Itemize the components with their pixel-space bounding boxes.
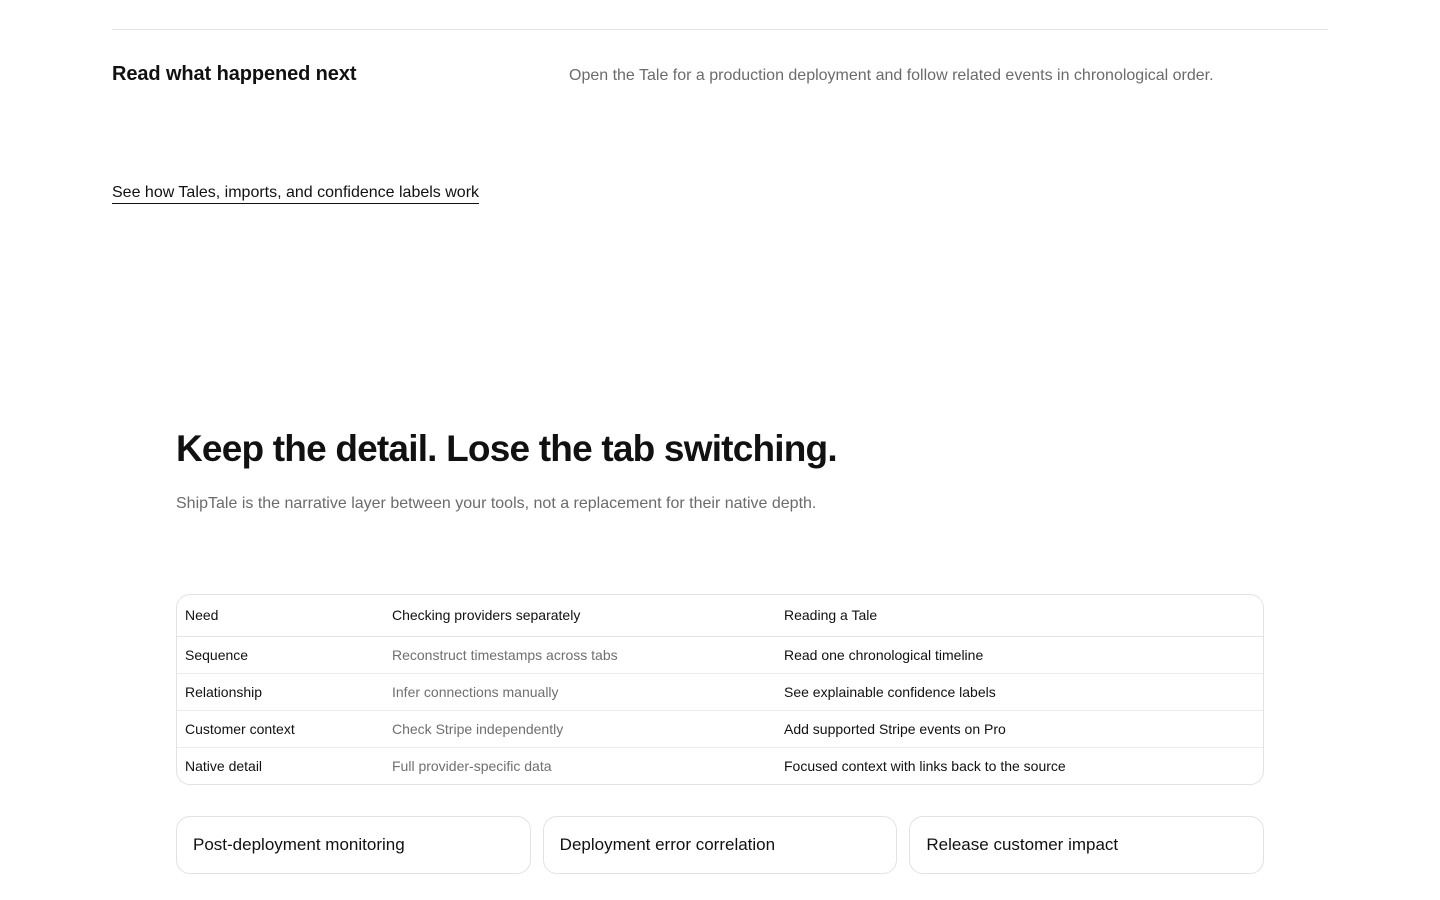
table-row: Customer context Check Stripe independen… xyxy=(177,710,1263,748)
table-header-row: Need Checking providers separately Readi… xyxy=(177,595,1263,637)
tale-cell: Add supported Stripe events on Pro xyxy=(776,710,1263,748)
separate-cell: Reconstruct timestamps across tabs xyxy=(384,636,776,674)
tale-cell: Read one chronological timeline xyxy=(776,636,1263,674)
need-cell: Sequence xyxy=(177,636,384,674)
use-case-cards: Post-deployment monitoring Deployment er… xyxy=(176,816,1265,874)
column-header-separate: Checking providers separately xyxy=(384,595,776,637)
use-case-card-deployment-error-correlation[interactable]: Deployment error correlation xyxy=(542,816,898,874)
separate-cell: Full provider-specific data xyxy=(392,757,552,774)
tale-cell: See explainable confidence labels xyxy=(776,673,1263,711)
table-row: Sequence Reconstruct timestamps across t… xyxy=(177,636,1263,674)
need-cell: Relationship xyxy=(177,673,384,711)
separate-cell: Infer connections manually xyxy=(384,673,776,711)
comparison-title: Keep the detail. Lose the tab switching. xyxy=(176,428,838,469)
column-header-tale: Reading a Tale xyxy=(776,595,1263,637)
tale-cell: Focused context with links back to the s… xyxy=(784,757,1066,774)
need-cell: Native detail xyxy=(185,757,263,774)
column-header-need: Need xyxy=(177,595,384,637)
step-description: Open the Tale for a production deploymen… xyxy=(569,67,1214,84)
how-tales-work-link[interactable]: See how Tales, imports, and confidence l… xyxy=(112,184,480,204)
use-case-card-post-deployment-monitoring[interactable]: Post-deployment monitoring xyxy=(176,816,531,874)
page: Read what happened next Open the Tale fo… xyxy=(0,0,1440,900)
comparison-subtitle: ShipTale is the narrative layer between … xyxy=(176,495,817,512)
use-case-card-release-customer-impact[interactable]: Release customer impact xyxy=(909,816,1265,874)
comparison-table: Need Checking providers separately Readi… xyxy=(176,594,1264,785)
need-cell: Customer context xyxy=(177,710,384,748)
table-row: Native detail Full provider-specific dat… xyxy=(177,747,1263,784)
separate-cell: Check Stripe independently xyxy=(384,710,776,748)
table-row: Relationship Infer connections manually … xyxy=(177,673,1263,711)
section-divider xyxy=(112,29,1328,30)
step-title: Read what happened next xyxy=(112,63,357,85)
